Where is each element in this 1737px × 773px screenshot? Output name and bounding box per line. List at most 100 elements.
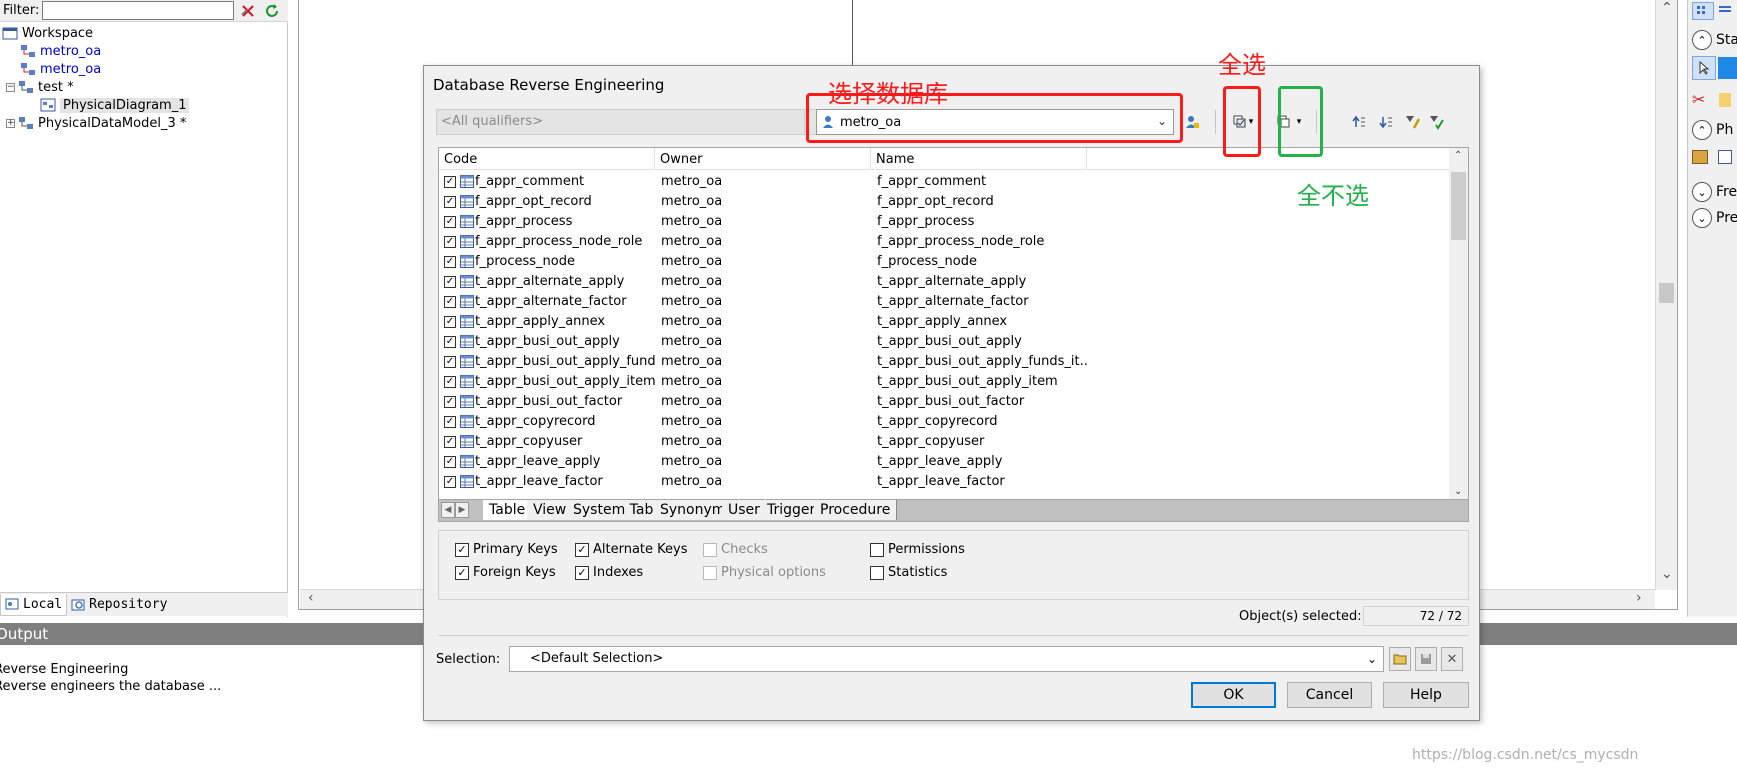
row-checkbox[interactable]: ✓ [444,216,456,228]
filter-check-icon[interactable] [1426,112,1446,132]
save-selection-button[interactable] [1415,647,1437,671]
list-view-icon[interactable] [1718,5,1732,17]
chevron-down-icon[interactable]: ⌄ [1692,182,1712,202]
table-row[interactable]: ✓ t_appr_apply_annex metro_oa t_appr_apply_… [439,312,1449,332]
tab-synonym[interactable]: Synonym [654,500,733,520]
row-checkbox[interactable]: ✓ [444,296,456,308]
row-checkbox[interactable]: ✓ [444,476,456,488]
row-checkbox[interactable]: ✓ [444,176,456,188]
qualifier-combo[interactable]: <All qualifiers> [436,109,805,135]
row-checkbox[interactable]: ✓ [444,356,456,368]
move-bottom-icon[interactable] [1376,112,1396,132]
physical-model-icon [18,116,34,130]
scissors-icon[interactable]: ✂ [1692,90,1705,109]
collapse-toggle[interactable]: − [6,82,15,92]
package-icon[interactable] [1692,150,1708,164]
expand-toggle[interactable]: + [6,118,15,128]
tab-scroll-left-icon[interactable]: ◀ [441,502,455,518]
selection-combo[interactable]: <Default Selection> ⌄ [509,646,1384,672]
column-header-owner[interactable]: Owner [655,148,871,170]
indexes-checkbox[interactable]: ✓ Indexes [575,565,643,580]
tab-repository[interactable]: Repository [67,594,171,616]
scrollbar-thumb[interactable] [1659,283,1674,303]
chevron-down-icon[interactable]: ⌄ [1367,647,1377,671]
delete-selection-button[interactable]: ✕ [1441,647,1463,671]
scroll-right-icon[interactable]: › [1636,590,1642,606]
toolbox-group-standard[interactable]: ⌃ Sta [1692,30,1737,50]
scrollbar-thumb[interactable] [1451,172,1466,240]
toolbox-group-free[interactable]: ⌄ Fre [1692,182,1737,202]
help-button[interactable]: Help [1383,682,1469,708]
move-top-icon[interactable] [1349,112,1369,132]
row-checkbox[interactable]: ✓ [444,376,456,388]
statistics-checkbox[interactable]: Statistics [870,565,947,580]
scroll-up-icon[interactable]: ⌃ [1454,150,1462,161]
list-vertical-scrollbar[interactable]: ⌃ ⌄ [1449,148,1468,499]
user-connect-button[interactable] [1182,112,1202,132]
alternate-keys-checkbox[interactable]: ✓ Alternate Keys [575,542,688,557]
row-checkbox[interactable]: ✓ [444,456,456,468]
cancel-button[interactable]: Cancel [1287,682,1372,708]
chevron-down-icon[interactable]: ⌄ [1692,208,1712,228]
table-row[interactable]: ✓ t_appr_busi_out_apply_item metro_oa t_app… [439,372,1449,392]
tab-local[interactable]: Local [0,593,68,616]
link-tool-icon[interactable] [1718,57,1737,79]
tree-item-workspace[interactable]: Workspace [0,24,288,42]
table-row[interactable]: ✓ t_appr_busi_out_apply_fund... metro_oa t_… [439,352,1449,372]
toolbox-group-physical[interactable]: ⌃ Ph [1692,120,1733,140]
foreign-keys-checkbox[interactable]: ✓ Foreign Keys [455,565,556,580]
row-checkbox[interactable]: ✓ [444,196,456,208]
refresh-icon[interactable] [262,1,282,21]
scroll-up-icon[interactable]: ⌃ [1661,0,1673,16]
tree-item-test[interactable]: − test * [0,78,288,96]
canvas-vertical-scrollbar[interactable]: ⌃ ⌄ [1655,0,1677,590]
open-folder-button[interactable] [1389,647,1411,671]
tab-scroll-right-icon[interactable]: ▶ [455,502,469,518]
pointer-icon[interactable] [1692,56,1716,80]
table-row[interactable]: ✓ f_appr_process metro_oa f_appr_process [439,212,1449,232]
tree-item-diagram[interactable]: PhysicalDiagram_1 [0,96,288,114]
clear-filter-icon[interactable] [238,1,258,21]
row-checkbox[interactable]: ✓ [444,236,456,248]
row-checkbox[interactable]: ✓ [444,336,456,348]
primary-keys-checkbox[interactable]: ✓ Primary Keys [455,542,558,557]
filter-input[interactable] [42,1,235,20]
tree-item-model3[interactable]: + PhysicalDataModel_3 * [0,114,288,132]
filter-pen-icon[interactable] [1402,112,1422,132]
row-checkbox[interactable]: ✓ [444,436,456,448]
table-row[interactable]: ✓ f_process_node metro_oa f_process_node [439,252,1449,272]
scroll-down-icon[interactable]: ⌄ [1454,486,1462,497]
table-row[interactable]: ✓ f_appr_process_node_role metro_oa f_appr_… [439,232,1449,252]
table-row[interactable]: ✓ t_appr_alternate_apply metro_oa t_appr_al… [439,272,1449,292]
tab-procedure[interactable]: Procedure [814,500,898,520]
table-tool-icon[interactable] [1718,150,1732,164]
table-row[interactable]: ✓ t_appr_copyuser metro_oa t_appr_copyuser [439,432,1449,452]
row-checkbox[interactable]: ✓ [444,416,456,428]
table-row[interactable]: ✓ t_appr_busi_out_apply metro_oa t_appr_bus… [439,332,1449,352]
tab-table[interactable]: Table [483,500,533,520]
table-row[interactable]: ✓ t_appr_leave_factor metro_oa t_appr_leave… [439,472,1449,492]
table-row[interactable]: ✓ t_appr_busi_out_factor metro_oa t_appr_bu… [439,392,1449,412]
row-checkbox[interactable]: ✓ [444,256,456,268]
row-checkbox[interactable]: ✓ [444,316,456,328]
permissions-checkbox[interactable]: Permissions [870,542,965,557]
toolbox-group-predefined[interactable]: ⌄ Pre [1692,208,1737,228]
cell-name: t_appr_apply_annex [877,314,1008,329]
row-checkbox[interactable]: ✓ [444,276,456,288]
tree-item-db1[interactable]: metro_oa [0,42,288,60]
column-header-code[interactable]: Code [439,148,655,170]
chevron-up-icon[interactable]: ⌃ [1692,120,1712,140]
scroll-down-icon[interactable]: ⌄ [1661,566,1673,582]
note-icon[interactable] [1719,92,1732,107]
scroll-left-icon[interactable]: ‹ [308,590,314,606]
cell-owner: metro_oa [661,294,723,309]
table-row[interactable]: ✓ t_appr_alternate_factor metro_oa t_appr_a… [439,292,1449,312]
grid-view-icon[interactable] [1692,2,1714,20]
tree-item-db2[interactable]: metro_oa [0,60,288,78]
chevron-up-icon[interactable]: ⌃ [1692,30,1712,50]
ok-button[interactable]: OK [1191,682,1276,708]
table-row[interactable]: ✓ t_appr_leave_apply metro_oa t_appr_leave_… [439,452,1449,472]
row-checkbox[interactable]: ✓ [444,396,456,408]
table-row[interactable]: ✓ t_appr_copyrecord metro_oa t_appr_copyrec… [439,412,1449,432]
column-header-name[interactable]: Name [871,148,1087,170]
